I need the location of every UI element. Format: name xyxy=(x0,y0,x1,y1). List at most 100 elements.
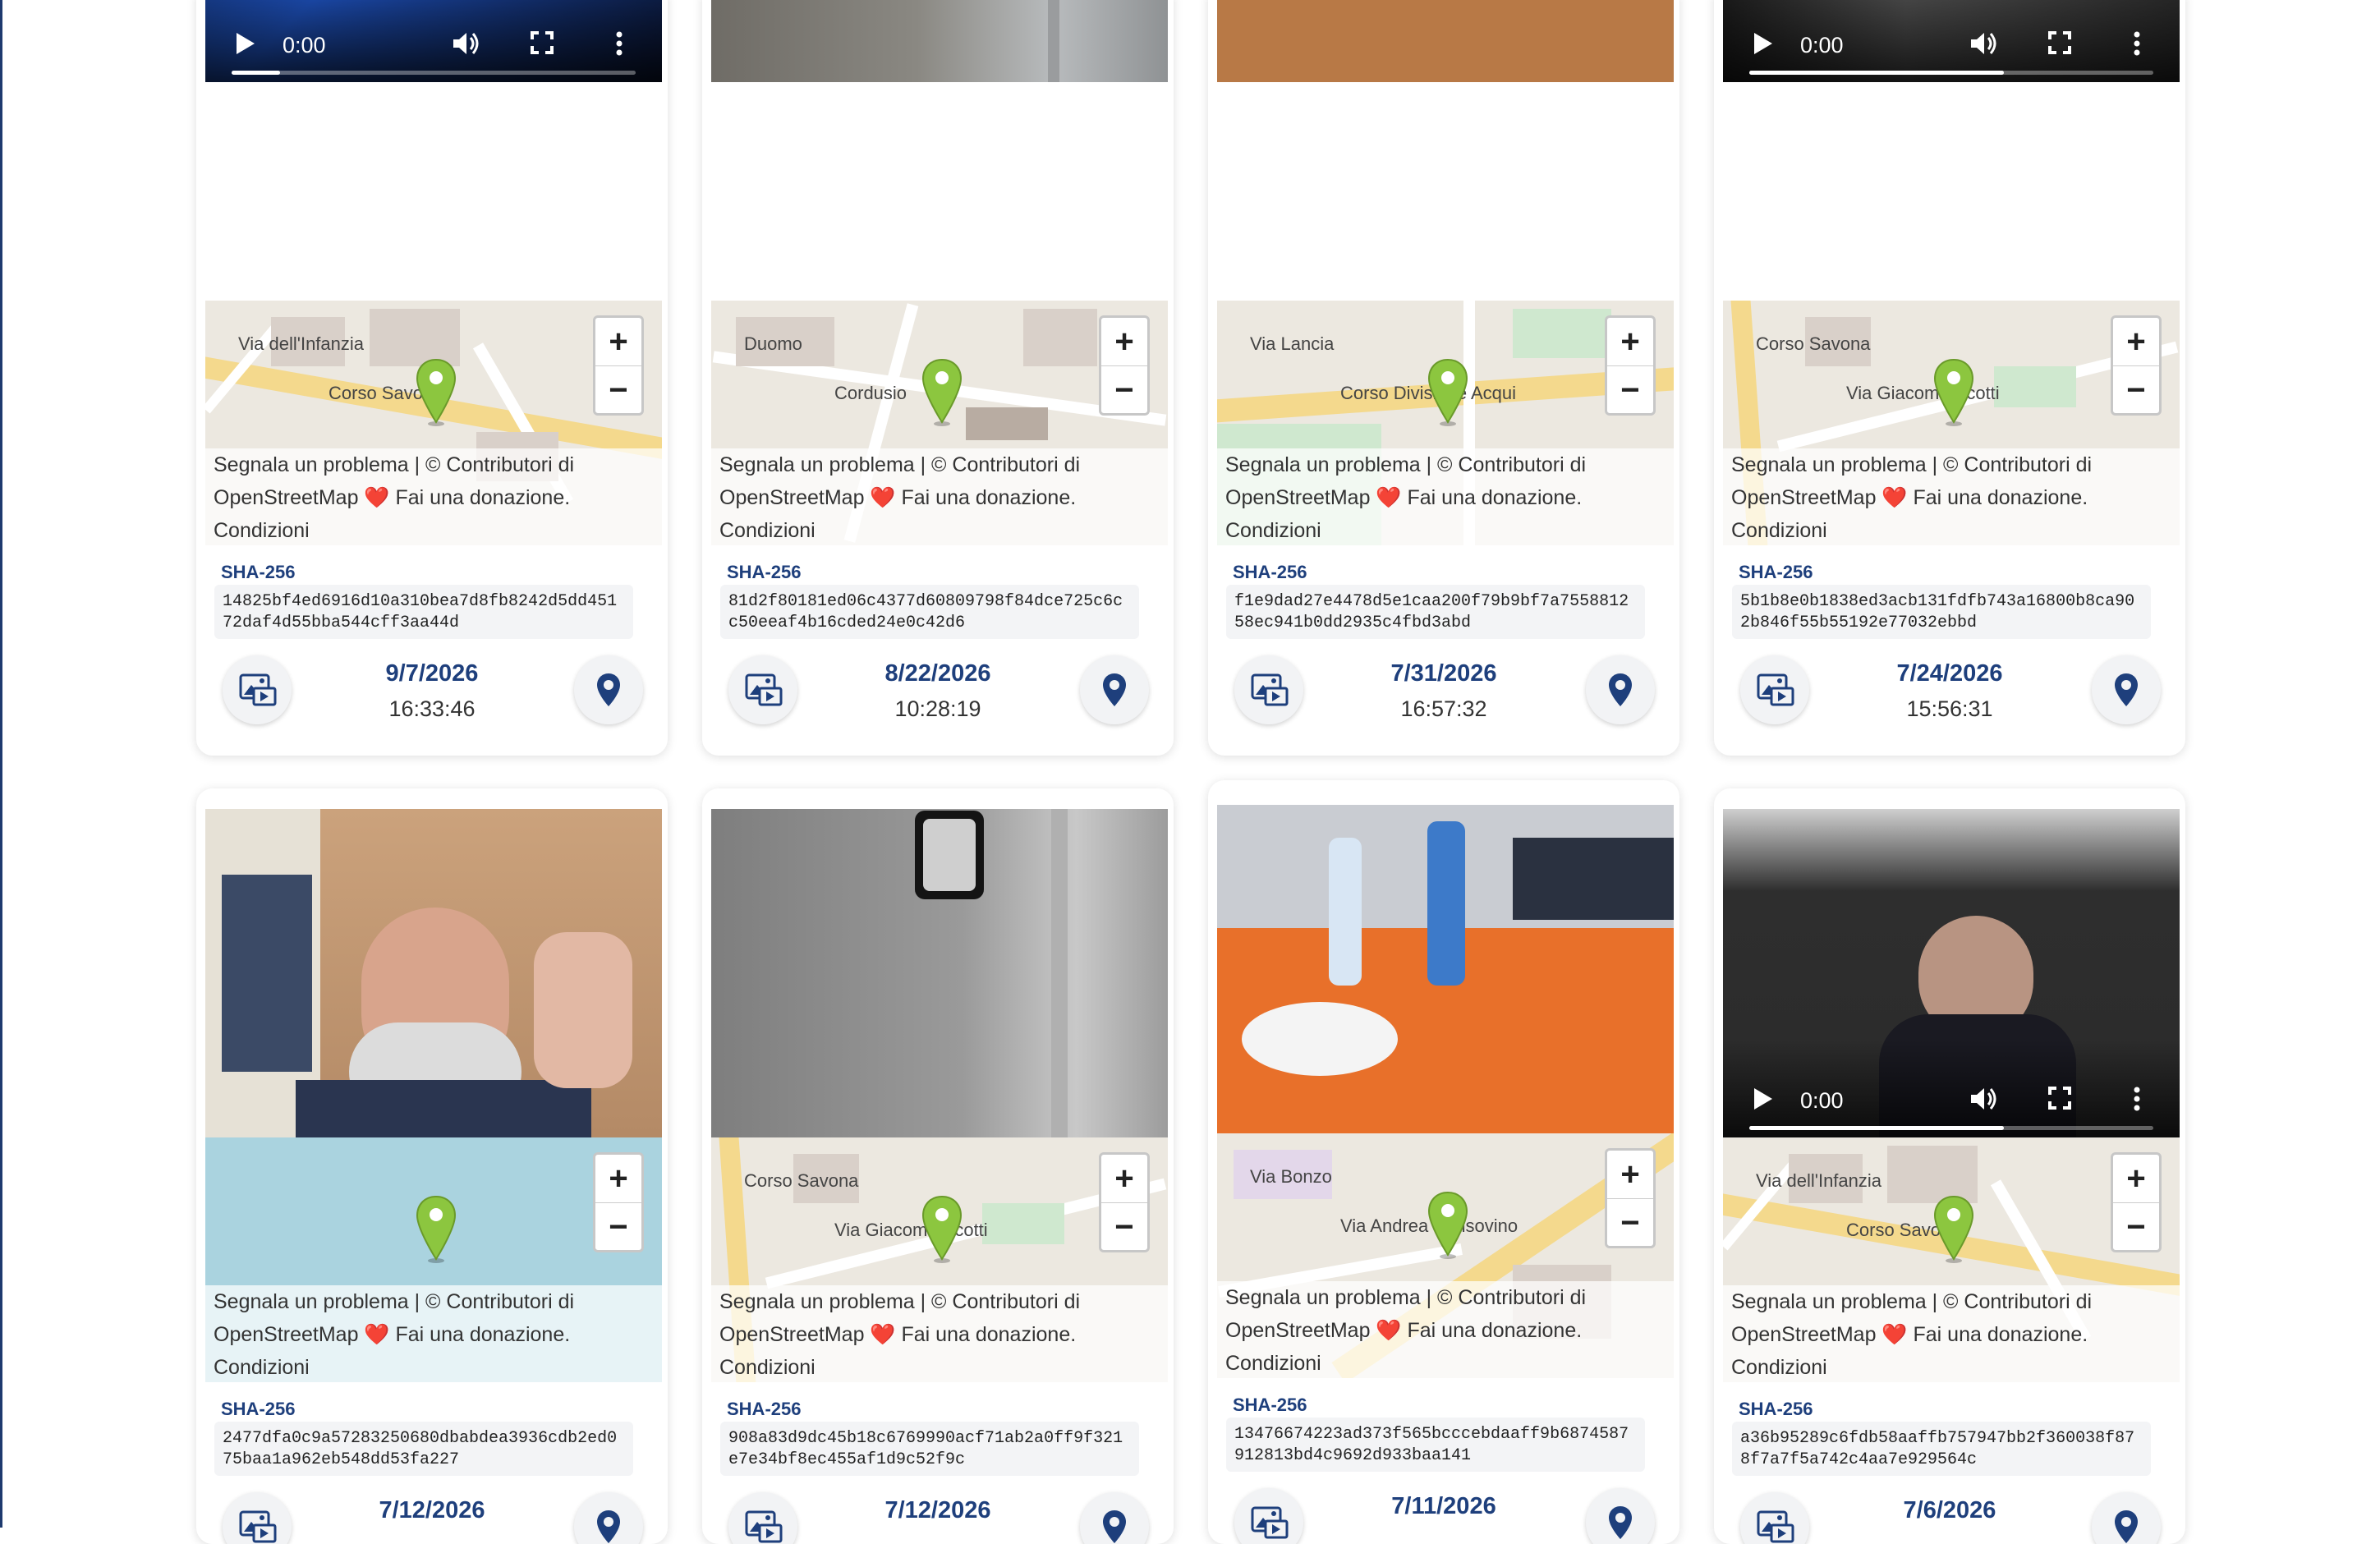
attribution-line[interactable]: Segnala un problema | © Contributori di xyxy=(1731,1285,2171,1318)
zoom-in-button[interactable]: + xyxy=(2113,318,2159,366)
map-marker-icon[interactable] xyxy=(416,358,457,427)
zoom-in-button[interactable]: + xyxy=(1101,318,1147,366)
gallery-button[interactable] xyxy=(728,655,797,724)
map-marker-icon[interactable] xyxy=(1933,1195,1974,1264)
location-map[interactable]: + − Segnala un problema | © Contributori d… xyxy=(205,1137,662,1382)
attribution-line[interactable]: OpenStreetMap ❤️ Fai una donazione. Cond… xyxy=(1225,1314,1666,1378)
evidence-media[interactable] xyxy=(711,0,1168,82)
location-button[interactable] xyxy=(574,655,643,724)
map-marker-icon[interactable] xyxy=(1427,1191,1468,1260)
attribution-line[interactable]: OpenStreetMap ❤️ Fai una donazione. Cond… xyxy=(214,481,654,545)
location-map[interactable]: Corso Divisione Acqui Via Lancia + − Segnala… xyxy=(1217,301,1674,545)
zoom-out-button[interactable]: − xyxy=(1101,366,1147,414)
evidence-media[interactable]: 0:00 xyxy=(1723,0,2180,82)
capture-time: 16:33:46 xyxy=(388,696,476,721)
zoom-in-button[interactable]: + xyxy=(1101,1155,1147,1203)
more-options-icon[interactable] xyxy=(2134,31,2140,60)
more-options-icon[interactable] xyxy=(616,31,623,60)
fullscreen-icon[interactable] xyxy=(531,31,554,58)
location-button[interactable] xyxy=(2092,655,2161,724)
attribution-line[interactable]: Segnala un problema | © Contributori di xyxy=(1225,448,1666,481)
location-button[interactable] xyxy=(1586,1488,1655,1544)
volume-icon[interactable] xyxy=(1969,31,1997,60)
map-marker-icon[interactable] xyxy=(416,1195,457,1264)
fullscreen-icon[interactable] xyxy=(2048,1087,2071,1114)
evidence-media[interactable] xyxy=(1217,805,1674,1133)
attribution-line[interactable]: OpenStreetMap ❤️ Fai una donazione. Cond… xyxy=(1731,1318,2171,1382)
zoom-out-button[interactable]: − xyxy=(2113,366,2159,414)
attribution-line[interactable]: Segnala un problema | © Contributori di xyxy=(719,448,1160,481)
map-marker-icon[interactable] xyxy=(1427,358,1468,427)
hash-value: f1e9dad27e4478d5e1caa200f79b9bf7a7558812… xyxy=(1226,585,1645,639)
zoom-in-button[interactable]: + xyxy=(1607,318,1653,366)
map-street-label-secondary: Via Lancia xyxy=(1250,333,1335,354)
zoom-out-button[interactable]: − xyxy=(595,1203,641,1251)
attribution-line[interactable]: Segnala un problema | © Contributori di xyxy=(1731,448,2171,481)
gallery-button[interactable] xyxy=(223,1492,292,1544)
gallery-button[interactable] xyxy=(1740,655,1809,724)
video-progress-track[interactable] xyxy=(232,71,636,75)
attribution-line[interactable]: Segnala un problema | © Contributori di xyxy=(1225,1281,1666,1314)
play-icon[interactable] xyxy=(1751,31,1774,60)
zoom-in-button[interactable]: + xyxy=(2113,1155,2159,1203)
zoom-out-button[interactable]: − xyxy=(1607,1199,1653,1247)
map-marker-icon[interactable] xyxy=(921,1195,963,1264)
attribution-line[interactable]: Segnala un problema | © Contributori di xyxy=(214,448,654,481)
zoom-in-button[interactable]: + xyxy=(595,1155,641,1203)
play-icon[interactable] xyxy=(1751,1087,1774,1115)
zoom-out-button[interactable]: − xyxy=(1101,1203,1147,1251)
capture-time: 15:56:31 xyxy=(1906,696,1993,721)
location-map[interactable]: Cordusio Duomo + − Segnala un problema | © C… xyxy=(711,301,1168,545)
location-button[interactable] xyxy=(1080,1492,1149,1544)
volume-icon[interactable] xyxy=(1969,1087,1997,1115)
location-map[interactable]: Via Giacomo Scotti Corso Savona + − Segnala … xyxy=(1723,301,2180,545)
attribution-line[interactable]: OpenStreetMap ❤️ Fai una donazione. Cond… xyxy=(214,1318,654,1382)
gallery-button[interactable] xyxy=(728,1492,797,1544)
more-options-icon[interactable] xyxy=(2134,1087,2140,1115)
map-marker-icon[interactable] xyxy=(921,358,963,427)
evidence-media[interactable]: 0:00 xyxy=(205,0,662,82)
zoom-in-button[interactable]: + xyxy=(1607,1151,1653,1199)
attribution-line[interactable]: OpenStreetMap ❤️ Fai una donazione. Cond… xyxy=(719,481,1160,545)
fullscreen-icon[interactable] xyxy=(2048,31,2071,58)
volume-icon[interactable] xyxy=(452,31,480,60)
map-marker-icon xyxy=(1102,673,1127,711)
sha-label: SHA-256 xyxy=(1739,562,1813,582)
evidence-media[interactable]: 0:00 xyxy=(1723,809,2180,1137)
location-map[interactable]: Via Giacomo Scotti Corso Savona + − Segnala … xyxy=(711,1137,1168,1382)
hash-value: 2477dfa0c9a57283250680dbabdea3936cdb2ed0… xyxy=(214,1422,633,1476)
zoom-out-button[interactable]: − xyxy=(2113,1203,2159,1251)
location-button[interactable] xyxy=(2092,1492,2161,1544)
zoom-in-button[interactable]: + xyxy=(595,318,641,366)
attribution-line[interactable]: Segnala un problema | © Contributori di xyxy=(719,1285,1160,1318)
location-button[interactable] xyxy=(574,1492,643,1544)
map-attribution: Segnala un problema | © Contributori di O… xyxy=(711,448,1168,545)
gallery-button[interactable] xyxy=(1740,1492,1809,1544)
video-progress-fill xyxy=(1749,1126,2004,1130)
map-street-label: Via Giacomo Scotti xyxy=(1846,383,2000,403)
evidence-media[interactable] xyxy=(1217,0,1674,82)
map-marker-icon[interactable] xyxy=(1933,358,1974,427)
location-button[interactable] xyxy=(1080,655,1149,724)
gallery-button[interactable] xyxy=(223,655,292,724)
attribution-line[interactable]: Segnala un problema | © Contributori di xyxy=(214,1285,654,1318)
zoom-control: + − xyxy=(593,315,644,416)
evidence-media[interactable] xyxy=(205,809,662,1137)
gallery-button[interactable] xyxy=(1234,655,1303,724)
attribution-line[interactable]: OpenStreetMap ❤️ Fai una donazione. Cond… xyxy=(1731,481,2171,545)
gallery-button[interactable] xyxy=(1234,1488,1303,1544)
play-icon[interactable] xyxy=(233,31,256,60)
location-map[interactable]: Via Andrea Sansovino Via Bonzo + − Segnala u… xyxy=(1217,1133,1674,1378)
location-map[interactable]: Corso Savona Via dell'Infanzia + − Segnala u… xyxy=(205,301,662,545)
evidence-media[interactable] xyxy=(711,809,1168,1137)
evidence-card: Via Giacomo Scotti Corso Savona + − Segnala … xyxy=(702,788,1174,1544)
location-button[interactable] xyxy=(1586,655,1655,724)
video-progress-track[interactable] xyxy=(1749,71,2153,75)
zoom-out-button[interactable]: − xyxy=(1607,366,1653,414)
video-time: 0:00 xyxy=(1800,1088,1844,1113)
attribution-line[interactable]: OpenStreetMap ❤️ Fai una donazione. Cond… xyxy=(719,1318,1160,1382)
location-map[interactable]: Corso Savona Via dell'Infanzia + − Segnala u… xyxy=(1723,1137,2180,1382)
video-progress-track[interactable] xyxy=(1749,1126,2153,1130)
zoom-out-button[interactable]: − xyxy=(595,366,641,414)
attribution-line[interactable]: OpenStreetMap ❤️ Fai una donazione. Cond… xyxy=(1225,481,1666,545)
